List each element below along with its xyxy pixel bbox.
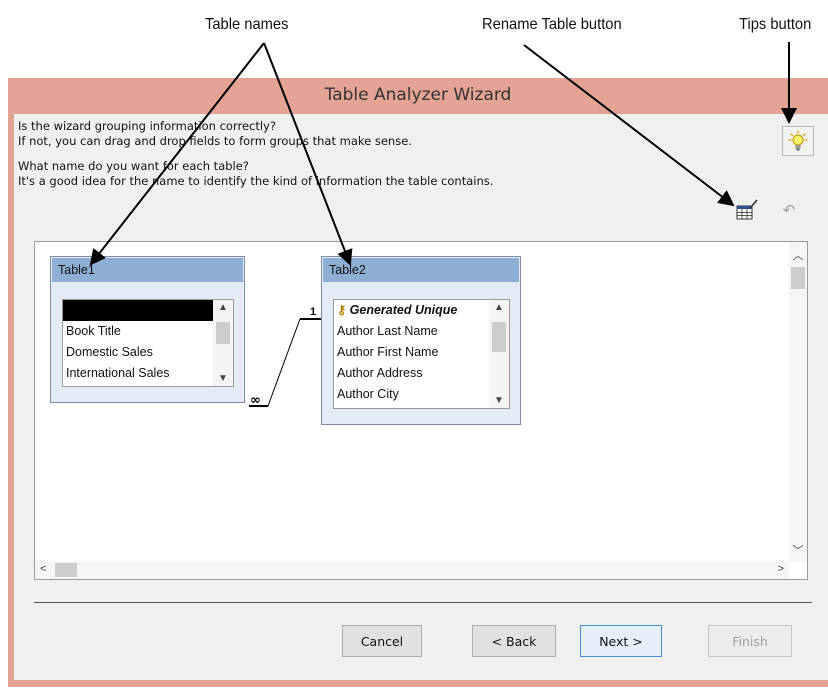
- key-icon: ⚷: [337, 303, 347, 317]
- window-title: Table Analyzer Wizard: [324, 85, 512, 105]
- table-box-table2[interactable]: Table2 ⚷ Generated Unique Author Last Na…: [321, 256, 521, 425]
- field-item[interactable]: International Sales: [63, 363, 233, 384]
- field-item[interactable]: Domestic Sales: [63, 342, 233, 363]
- scroll-down-icon[interactable]: ▼: [489, 395, 509, 406]
- scroll-right-icon[interactable]: >: [778, 563, 784, 575]
- footer-divider: [34, 602, 812, 603]
- field-item-label: Generated Unique: [349, 303, 458, 317]
- callout-tips-button: Tips button: [739, 16, 812, 33]
- field-list[interactable]: D Book Title Domestic Sales Internationa…: [62, 299, 234, 387]
- undo-button[interactable]: ↶: [774, 196, 804, 224]
- prompt-name-question: What name do you want for each table?: [18, 159, 249, 173]
- rename-table-button[interactable]: [732, 196, 762, 224]
- rename-table-icon: [736, 199, 758, 220]
- field-list-scrollbar[interactable]: ▲ ▼: [213, 300, 233, 386]
- back-button[interactable]: < Back: [472, 625, 556, 657]
- prompt-grouping-hint: If not, you can drag and drop fields to …: [18, 134, 412, 148]
- scroll-up-icon[interactable]: ▲: [213, 302, 233, 313]
- table-name-label[interactable]: Table2: [323, 258, 519, 282]
- finish-button[interactable]: Finish: [708, 625, 792, 657]
- table-box-table1[interactable]: Table1 D Book Title Domestic Sales Inter…: [50, 256, 245, 403]
- relationship-one-label: 1: [310, 306, 316, 318]
- table-analyzer-wizard-window: Table Analyzer Wizard Is the wizard grou…: [8, 78, 828, 687]
- prompt-name-hint: It's a good idea for the name to identif…: [18, 174, 494, 188]
- scroll-down-icon[interactable]: ▼: [213, 373, 233, 384]
- canvas-vertical-scrollbar[interactable]: ︿ ﹀: [789, 242, 807, 562]
- field-item[interactable]: Author Last Name: [334, 321, 509, 342]
- tips-button[interactable]: [782, 126, 814, 156]
- wizard-client-area: Is the wizard grouping information corre…: [14, 114, 828, 680]
- relationship-many-label: ∞: [250, 393, 261, 408]
- next-button[interactable]: Next >: [580, 625, 662, 657]
- table-name-label[interactable]: Table1: [52, 258, 243, 282]
- canvas-horizontal-scrollbar[interactable]: < >: [35, 561, 789, 579]
- field-item[interactable]: Book Title: [63, 321, 233, 342]
- field-item[interactable]: Author City: [334, 384, 509, 405]
- field-list[interactable]: ⚷ Generated Unique Author Last Name Auth…: [333, 299, 510, 409]
- scroll-thumb[interactable]: [791, 267, 805, 289]
- scroll-up-icon[interactable]: ︿: [789, 247, 807, 263]
- scroll-left-icon[interactable]: <: [40, 563, 46, 575]
- scroll-thumb[interactable]: [492, 322, 506, 352]
- scroll-thumb[interactable]: [216, 322, 230, 344]
- prompt-grouping-question: Is the wizard grouping information corre…: [18, 119, 276, 133]
- field-item[interactable]: Author Address: [334, 363, 509, 384]
- undo-icon: ↶: [782, 202, 796, 219]
- lightbulb-icon: [788, 130, 808, 151]
- field-list-scrollbar[interactable]: ▲ ▼: [489, 300, 509, 408]
- callout-table-names: Table names: [205, 16, 289, 33]
- field-item[interactable]: Author First Name: [334, 342, 509, 363]
- scroll-up-icon[interactable]: ▲: [489, 302, 509, 313]
- callout-rename-table-button: Rename Table button: [482, 16, 622, 33]
- field-item-primary-key[interactable]: ⚷ Generated Unique: [334, 300, 509, 321]
- scroll-thumb[interactable]: [55, 563, 77, 577]
- table-layout-canvas[interactable]: Table1 D Book Title Domestic Sales Inter…: [34, 241, 808, 580]
- cancel-button[interactable]: Cancel: [342, 625, 422, 657]
- field-item-selected[interactable]: D: [63, 300, 213, 321]
- scroll-down-icon[interactable]: ﹀: [789, 542, 807, 558]
